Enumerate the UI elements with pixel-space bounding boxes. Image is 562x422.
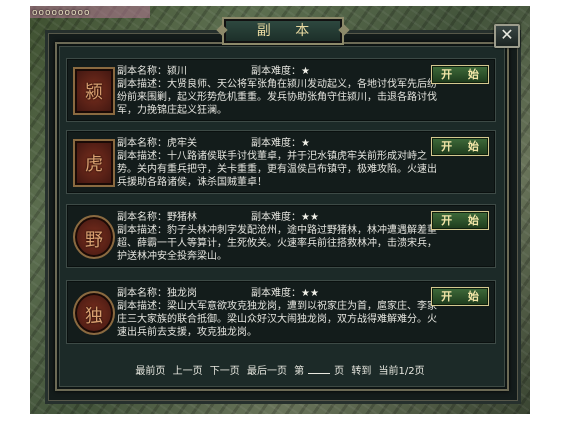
difficulty-label: 副本难度： [251, 288, 301, 299]
emblem-glyph: 独 [85, 306, 103, 327]
dungeon-row-hulaoguan: 虎 副本名称：虎牢关 副本难度：★ 副本描述：十八路诸侯联手讨伐董卓，并于汜水镇… [66, 130, 496, 194]
close-button[interactable]: ✕ [494, 24, 520, 48]
desc-label: 副本描述： [117, 225, 167, 236]
start-button[interactable]: 开 始 [431, 211, 489, 230]
desc-label: 副本描述： [117, 79, 167, 90]
emblem-glyph: 颍 [85, 82, 103, 103]
desc-label: 副本描述： [117, 301, 167, 312]
pagination: 最前页 上一页 下一页 最后一页 第 页 转到 当前1/2页 [66, 362, 494, 377]
prev-page-link[interactable]: 上一页 [173, 366, 203, 377]
dungeon-info: 副本名称：虎牢关 副本难度：★ 副本描述：十八路诸侯联手讨伐董卓，并于汜水镇虎牢… [117, 137, 437, 189]
dungeon-emblem-icon: 颍 [73, 67, 115, 115]
dungeon-emblem-icon: 独 [73, 291, 115, 335]
dungeon-row-yingchuan: 颍 副本名称：颍川 副本难度：★ 副本描述：大贤良师、天公将军张角在颍川发动起义… [66, 58, 496, 122]
current-page-indicator: 当前1/2页 [378, 366, 425, 377]
start-button[interactable]: 开 始 [431, 137, 489, 156]
emblem-glyph: 虎 [85, 154, 103, 175]
page-suffix: 页 [334, 366, 345, 377]
difficulty-stars: ★★ [301, 212, 319, 223]
name-label: 副本名称： [117, 66, 167, 77]
dungeon-name: 颍川 [167, 66, 187, 77]
dungeon-name: 独龙岗 [167, 288, 197, 299]
next-page-link[interactable]: 下一页 [210, 366, 240, 377]
dungeon-row-dulonggang: 独 副本名称：独龙岗 副本难度：★★ 副本描述：梁山大军意欲攻克独龙岗，遭到以祝… [66, 280, 496, 344]
scene-top-text: ooooooooo [32, 8, 91, 18]
dungeon-info: 副本名称：野猪林 副本难度：★★ 副本描述：豹子头林冲刺字发配沧州，途中路过野猪… [117, 211, 437, 263]
dungeon-name: 虎牢关 [167, 138, 197, 149]
dungeon-row-yezhulin: 野 副本名称：野猪林 副本难度：★★ 副本描述：豹子头林冲刺字发配沧州，途中路过… [66, 204, 496, 268]
difficulty-stars: ★ [301, 138, 310, 149]
difficulty-stars: ★ [301, 66, 310, 77]
goto-button[interactable]: 转到 [351, 366, 371, 377]
page-prefix: 第 [294, 366, 305, 377]
dungeon-emblem-icon: 野 [73, 215, 115, 259]
emblem-glyph: 野 [85, 230, 103, 251]
last-page-link[interactable]: 最后一页 [247, 366, 287, 377]
dialog-title: 副 本 [222, 17, 344, 45]
desc-label: 副本描述： [117, 151, 167, 162]
name-label: 副本名称： [117, 138, 167, 149]
dungeon-name: 野猪林 [167, 212, 197, 223]
start-button[interactable]: 开 始 [431, 287, 489, 306]
difficulty-label: 副本难度： [251, 212, 301, 223]
name-label: 副本名称： [117, 288, 167, 299]
start-button[interactable]: 开 始 [431, 65, 489, 84]
difficulty-label: 副本难度： [251, 138, 301, 149]
page-number-input[interactable] [308, 364, 331, 374]
difficulty-label: 副本难度： [251, 66, 301, 77]
difficulty-stars: ★★ [301, 288, 319, 299]
first-page-link[interactable]: 最前页 [135, 366, 165, 377]
name-label: 副本名称： [117, 212, 167, 223]
dungeon-emblem-icon: 虎 [73, 139, 115, 187]
dungeon-info: 副本名称：独龙岗 副本难度：★★ 副本描述：梁山大军意欲攻克独龙岗，遭到以祝家庄… [117, 287, 437, 339]
dungeon-info: 副本名称：颍川 副本难度：★ 副本描述：大贤良师、天公将军张角在颍川发动起义，各… [117, 65, 437, 117]
